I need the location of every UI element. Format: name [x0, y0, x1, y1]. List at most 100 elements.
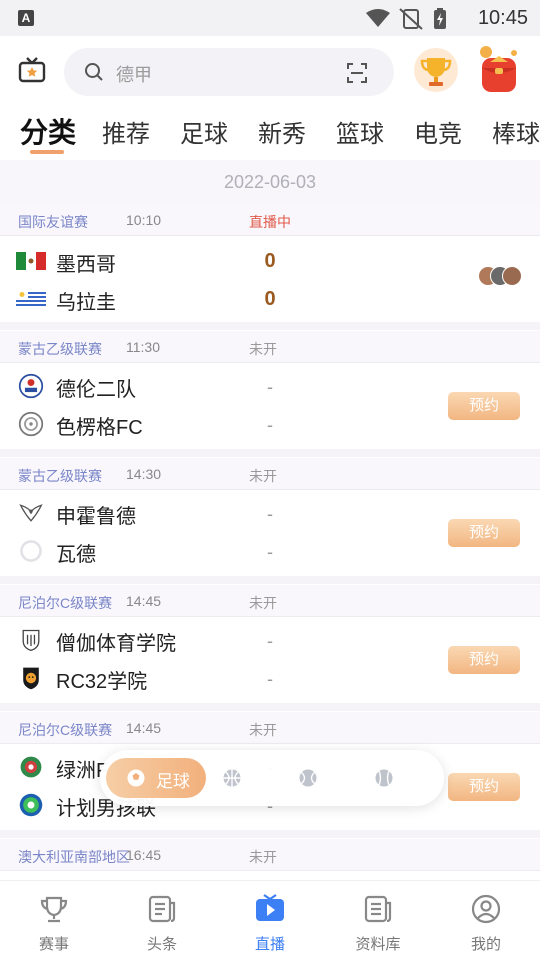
team-name: 乌拉圭 [56, 292, 116, 314]
match-status: 未开 [249, 722, 277, 738]
eagle-crest-icon [19, 504, 43, 522]
live-play-icon [256, 894, 284, 921]
top-header: 德甲 [0, 36, 540, 106]
team-name: 申霍鲁德 [56, 506, 136, 528]
nav-live[interactable]: 直播 [216, 881, 324, 960]
away-score: 0 [264, 288, 276, 310]
category-tabs: 分类 推荐 足球 新秀 篮球 电竞 棒球 [0, 106, 540, 160]
match-card[interactable]: 澳大利亚南部地区 16:45 未开 [0, 839, 540, 880]
away-score: - [267, 542, 273, 562]
tab-recommend[interactable]: 推荐 [102, 114, 150, 149]
database-book-icon [364, 895, 392, 923]
reserve-button[interactable]: 预约 [448, 773, 520, 801]
divider [0, 703, 540, 711]
user-profile-icon [471, 894, 501, 924]
no-sim-icon [399, 8, 423, 30]
trophy-icon[interactable] [414, 48, 458, 92]
divider [0, 830, 540, 838]
match-card[interactable]: 蒙古乙级联赛 14:30 未开 申霍鲁德 - 瓦德 - 预约 [0, 458, 540, 576]
tennis-ball-icon[interactable] [298, 768, 318, 793]
sport-switcher: 足球 [100, 750, 444, 806]
shield-crest-icon [22, 629, 40, 652]
match-time: 14:45 [126, 720, 162, 736]
nav-label: 我的 [470, 936, 501, 953]
team-name: 色楞格FC [56, 417, 143, 439]
nav-label: 资料库 [355, 936, 401, 953]
match-status: 未开 [249, 341, 277, 357]
league-name: 蒙古乙级联赛 [18, 468, 102, 484]
nav-profile[interactable]: 我的 [432, 881, 540, 960]
search-placeholder: 德甲 [116, 65, 152, 85]
nav-label: 直播 [254, 936, 285, 953]
status-bar: A 10:45 [0, 0, 540, 36]
match-card[interactable]: 尼泊尔C级联赛 14:45 未开 僧伽体育学院 - RC32学院 - 预约 [0, 585, 540, 703]
club-crest-icon [19, 793, 43, 817]
home-score: - [267, 504, 273, 524]
match-card[interactable]: 国际友谊赛 10:10 直播中 墨西哥 0 乌拉圭 0 [0, 204, 540, 322]
bottom-nav: 赛事 头条 直播 资料库 我的 [0, 880, 540, 960]
match-header: 蒙古乙级联赛 11:30 未开 [0, 331, 540, 363]
divider [0, 576, 540, 584]
tab-football[interactable]: 足球 [180, 114, 228, 149]
divider [0, 449, 540, 457]
match-status: 直播中 [249, 214, 291, 230]
nav-label: 赛事 [38, 936, 69, 953]
match-header: 尼泊尔C级联赛 14:45 未开 [0, 585, 540, 617]
home-score: - [267, 377, 273, 397]
clock: 10:45 [477, 7, 528, 29]
match-status: 未开 [249, 595, 277, 611]
match-header: 澳大利亚南部地区 16:45 未开 [0, 839, 540, 871]
viewer-avatars [478, 266, 528, 288]
trophy-outline-icon [40, 896, 68, 923]
league-name: 尼泊尔C级联赛 [18, 722, 113, 738]
match-status: 未开 [249, 468, 277, 484]
tab-baseball[interactable]: 棒球 [492, 114, 540, 149]
baseball-icon[interactable] [374, 768, 394, 793]
match-status: 未开 [249, 849, 277, 865]
sport-football-button[interactable]: 足球 [106, 758, 206, 798]
match-time: 10:10 [126, 212, 162, 228]
tab-rookie[interactable]: 新秀 [258, 114, 306, 149]
app-badge-icon: A [18, 10, 34, 26]
match-header: 尼泊尔C级联赛 14:45 未开 [0, 712, 540, 744]
search-bar[interactable]: 德甲 [64, 48, 394, 96]
avatar [502, 266, 522, 286]
club-crest-icon [18, 373, 44, 399]
club-crest-icon [18, 411, 44, 437]
date-header: 2022-06-03 [0, 160, 540, 204]
tab-category[interactable]: 分类 [20, 111, 76, 151]
battery-charging-icon [434, 8, 446, 29]
search-icon [84, 62, 104, 87]
placeholder-crest-icon [20, 540, 42, 562]
reserve-button[interactable]: 预约 [448, 519, 520, 547]
nav-headlines[interactable]: 头条 [108, 881, 216, 960]
match-time: 16:45 [126, 847, 162, 863]
tiger-crest-icon [23, 667, 39, 690]
home-score: - [267, 631, 273, 651]
nav-database[interactable]: 资料库 [324, 881, 432, 960]
nav-label: 头条 [146, 936, 177, 953]
team-name: 德伦二队 [56, 379, 136, 401]
league-name: 国际友谊赛 [18, 214, 88, 230]
away-score: - [267, 669, 273, 689]
tab-esports[interactable]: 电竞 [414, 114, 462, 149]
red-envelope-icon[interactable] [476, 44, 522, 96]
reserve-button[interactable]: 预约 [448, 392, 520, 420]
team-name: 瓦德 [56, 544, 96, 566]
nav-events[interactable]: 赛事 [0, 881, 108, 960]
tv-icon[interactable] [18, 56, 46, 89]
status-icons [364, 7, 464, 36]
home-score: 0 [264, 250, 276, 272]
tab-basketball[interactable]: 篮球 [336, 114, 384, 149]
team-name: RC32学院 [56, 671, 148, 693]
away-score: - [267, 415, 273, 435]
team-name: 墨西哥 [56, 254, 116, 276]
wifi-icon [366, 9, 390, 27]
club-crest-icon [20, 756, 42, 778]
mexico-flag-icon [16, 252, 46, 270]
scan-icon[interactable] [346, 62, 368, 89]
reserve-button[interactable]: 预约 [448, 646, 520, 674]
match-card[interactable]: 蒙古乙级联赛 11:30 未开 德伦二队 - 色楞格FC - 预约 [0, 331, 540, 449]
basketball-icon[interactable] [222, 768, 242, 793]
match-header: 蒙古乙级联赛 14:30 未开 [0, 458, 540, 490]
